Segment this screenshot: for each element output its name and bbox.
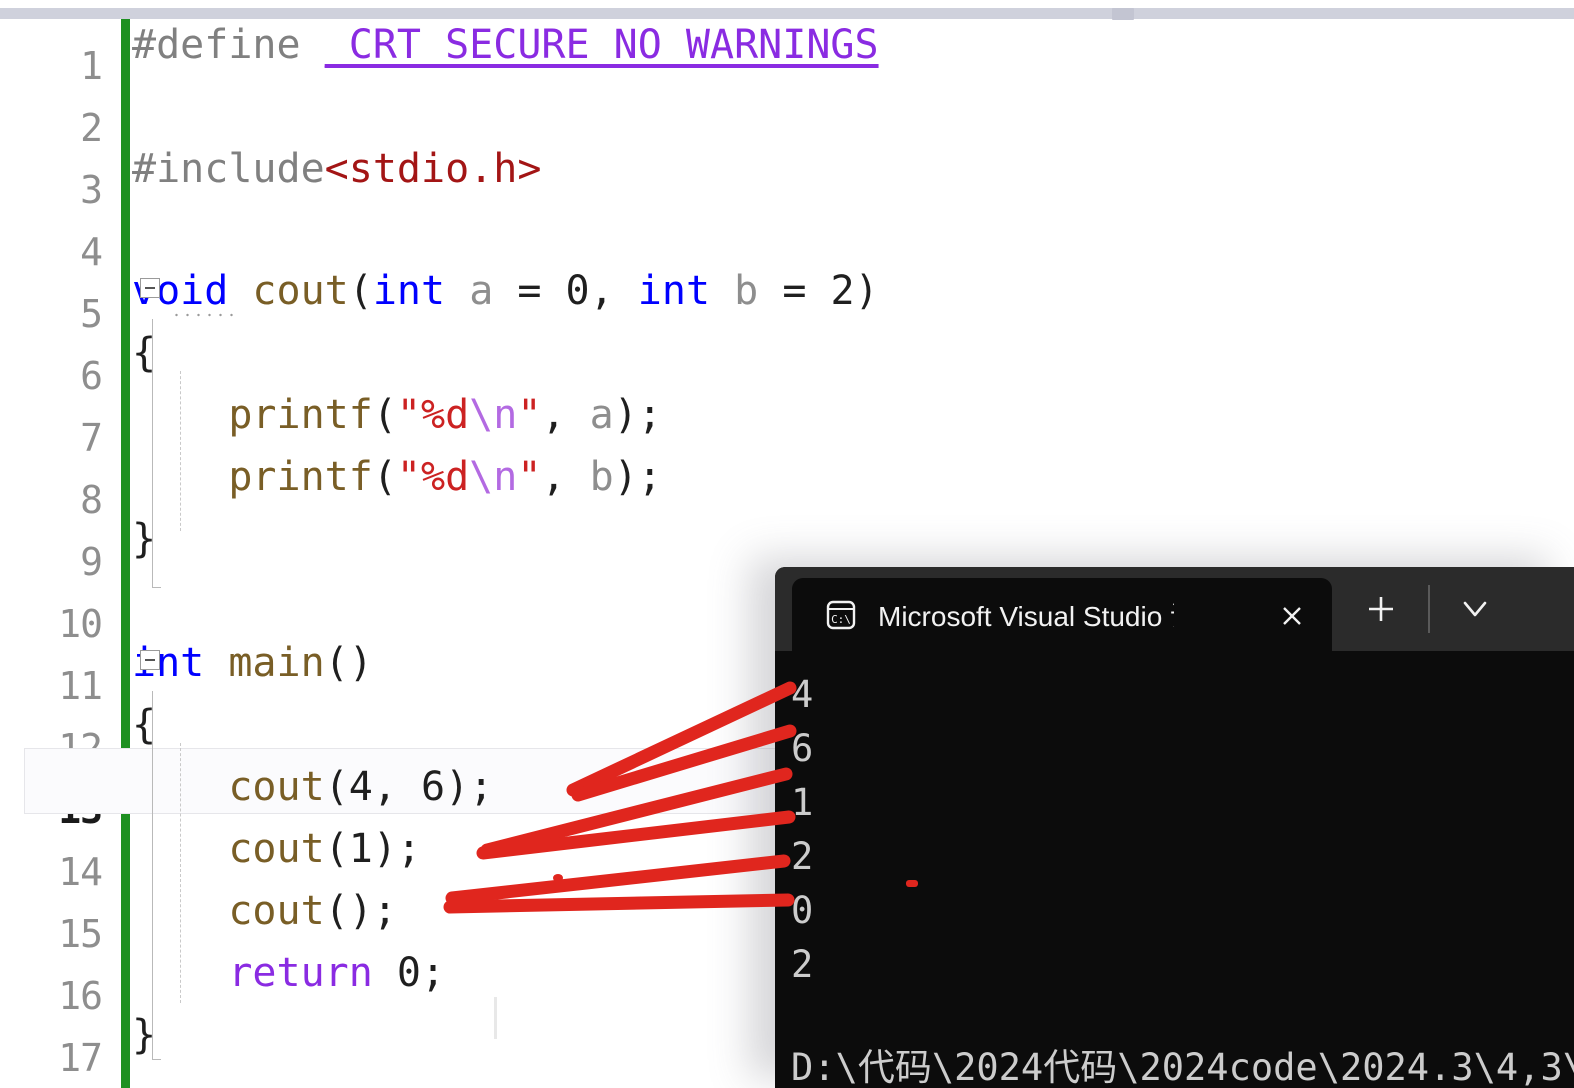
line-number-15: 15 <box>58 912 103 956</box>
preprocessor-define: #define <box>132 22 301 68</box>
code-line-15: cout(); <box>228 888 397 934</box>
format-string-a: "%d <box>396 392 470 438</box>
console-tab-title: Microsoft Visual Studio 调试控 <box>878 600 1174 632</box>
arg-b: b <box>589 454 614 500</box>
code-line-13: cout(4, 6); <box>228 764 494 810</box>
console-output-area[interactable]: 4 6 1 2 0 2 D:\代码\2024代码\2024code\2024.3… <box>775 651 1574 1088</box>
escape-newline-b: \n <box>469 454 518 500</box>
preprocessor-include: #include <box>132 146 325 192</box>
console-output-line-4: 2 <box>791 835 814 878</box>
default-value-a: 0 <box>565 268 590 314</box>
keyword-int-b: int <box>637 268 711 314</box>
annotation-dot-terminal <box>906 880 918 887</box>
console-output-line-3: 1 <box>791 781 814 824</box>
console-tab-bar[interactable]: C:\ Microsoft Visual Studio 调试控 <box>775 567 1574 651</box>
line-number-1: 1 <box>80 44 103 88</box>
code-line-16: return 0; <box>228 950 446 996</box>
code-line-14: cout(1); <box>228 826 421 872</box>
line-number-16: 16 <box>58 974 103 1018</box>
line-number-6: 6 <box>80 354 103 398</box>
keyword-int-a: int <box>372 268 446 314</box>
chevron-down-icon[interactable] <box>1455 593 1495 625</box>
call-cout-4-6: cout <box>228 764 325 810</box>
console-window[interactable]: C:\ Microsoft Visual Studio 调试控 <box>775 567 1574 1088</box>
code-line-5: void cout(int a = 0, int b = 2) <box>132 268 879 314</box>
svg-text:C:\: C:\ <box>831 613 851 626</box>
include-header: <stdio.h> <box>324 146 542 192</box>
macro-name: _CRT_SECURE_NO_WARNINGS <box>324 22 879 68</box>
line-number-2: 2 <box>80 106 103 150</box>
code-line-3: #include<stdio.h> <box>132 149 541 189</box>
block-guide-main-tail <box>152 1059 161 1060</box>
code-line-7: printf("%d\n", a); <box>228 392 662 438</box>
document-change-bar <box>121 19 130 1088</box>
function-name-cout: cout <box>252 268 349 314</box>
line-number-9: 9 <box>80 540 103 584</box>
tabbar-divider <box>1428 585 1430 633</box>
line-number-11: 11 <box>58 664 103 708</box>
indent-guide-main-body <box>180 743 182 1003</box>
block-guide-cout-tail <box>152 587 161 588</box>
code-line-1: #define _CRT_SECURE_NO_WARNINGS <box>132 25 879 65</box>
console-cmd-icon: C:\ <box>824 598 858 632</box>
line-number-7: 7 <box>80 416 103 460</box>
param-b: b <box>734 268 759 314</box>
line-number-gutter: 1 2 3 4 5 6 7 8 9 10 11 12 13 14 15 16 1… <box>0 19 120 1088</box>
collapse-toggle-main[interactable] <box>140 650 160 670</box>
escape-newline-a: \n <box>469 392 518 438</box>
annotation-dot-code <box>553 874 563 882</box>
line-number-14: 14 <box>58 850 103 894</box>
block-guide-main <box>152 691 153 1059</box>
format-string-b: "%d <box>396 454 470 500</box>
line-number-5: 5 <box>80 292 103 336</box>
console-output-line-2: 6 <box>791 727 814 770</box>
call-cout-1: cout <box>228 826 325 872</box>
keyword-return: return <box>228 950 373 996</box>
function-printf-a: printf <box>228 392 373 438</box>
line-number-10: 10 <box>58 602 103 646</box>
block-guide-cout <box>152 319 153 587</box>
console-output-line-5: 0 <box>791 889 814 932</box>
function-name-main: main <box>228 640 325 686</box>
console-output-line-1: 4 <box>791 673 814 716</box>
line-number-3: 3 <box>80 168 103 212</box>
function-printf-b: printf <box>228 454 373 500</box>
console-text-cursor <box>494 997 497 1039</box>
default-value-b: 2 <box>830 268 855 314</box>
close-icon[interactable] <box>1276 600 1308 632</box>
console-output-line-6: 2 <box>791 943 814 986</box>
editor-top-splitter[interactable] <box>0 8 1574 20</box>
line-number-8: 8 <box>80 478 103 522</box>
indent-guide-cout-body <box>180 371 182 531</box>
arg-a: a <box>589 392 614 438</box>
code-line-11: int main() <box>132 640 373 686</box>
console-path-line: D:\代码\2024代码\2024code\2024.3\4,3\x <box>791 1046 1574 1088</box>
cout-definition-squiggle <box>171 312 239 318</box>
line-number-17: 17 <box>58 1036 103 1080</box>
call-cout-none: cout <box>228 888 325 934</box>
new-tab-icon[interactable] <box>1361 589 1401 629</box>
collapse-toggle-cout[interactable] <box>140 278 160 298</box>
code-line-8: printf("%d\n", b); <box>228 454 662 500</box>
param-a: a <box>469 268 494 314</box>
line-number-4: 4 <box>80 230 103 274</box>
console-tab[interactable]: C:\ Microsoft Visual Studio 调试控 <box>792 578 1332 651</box>
